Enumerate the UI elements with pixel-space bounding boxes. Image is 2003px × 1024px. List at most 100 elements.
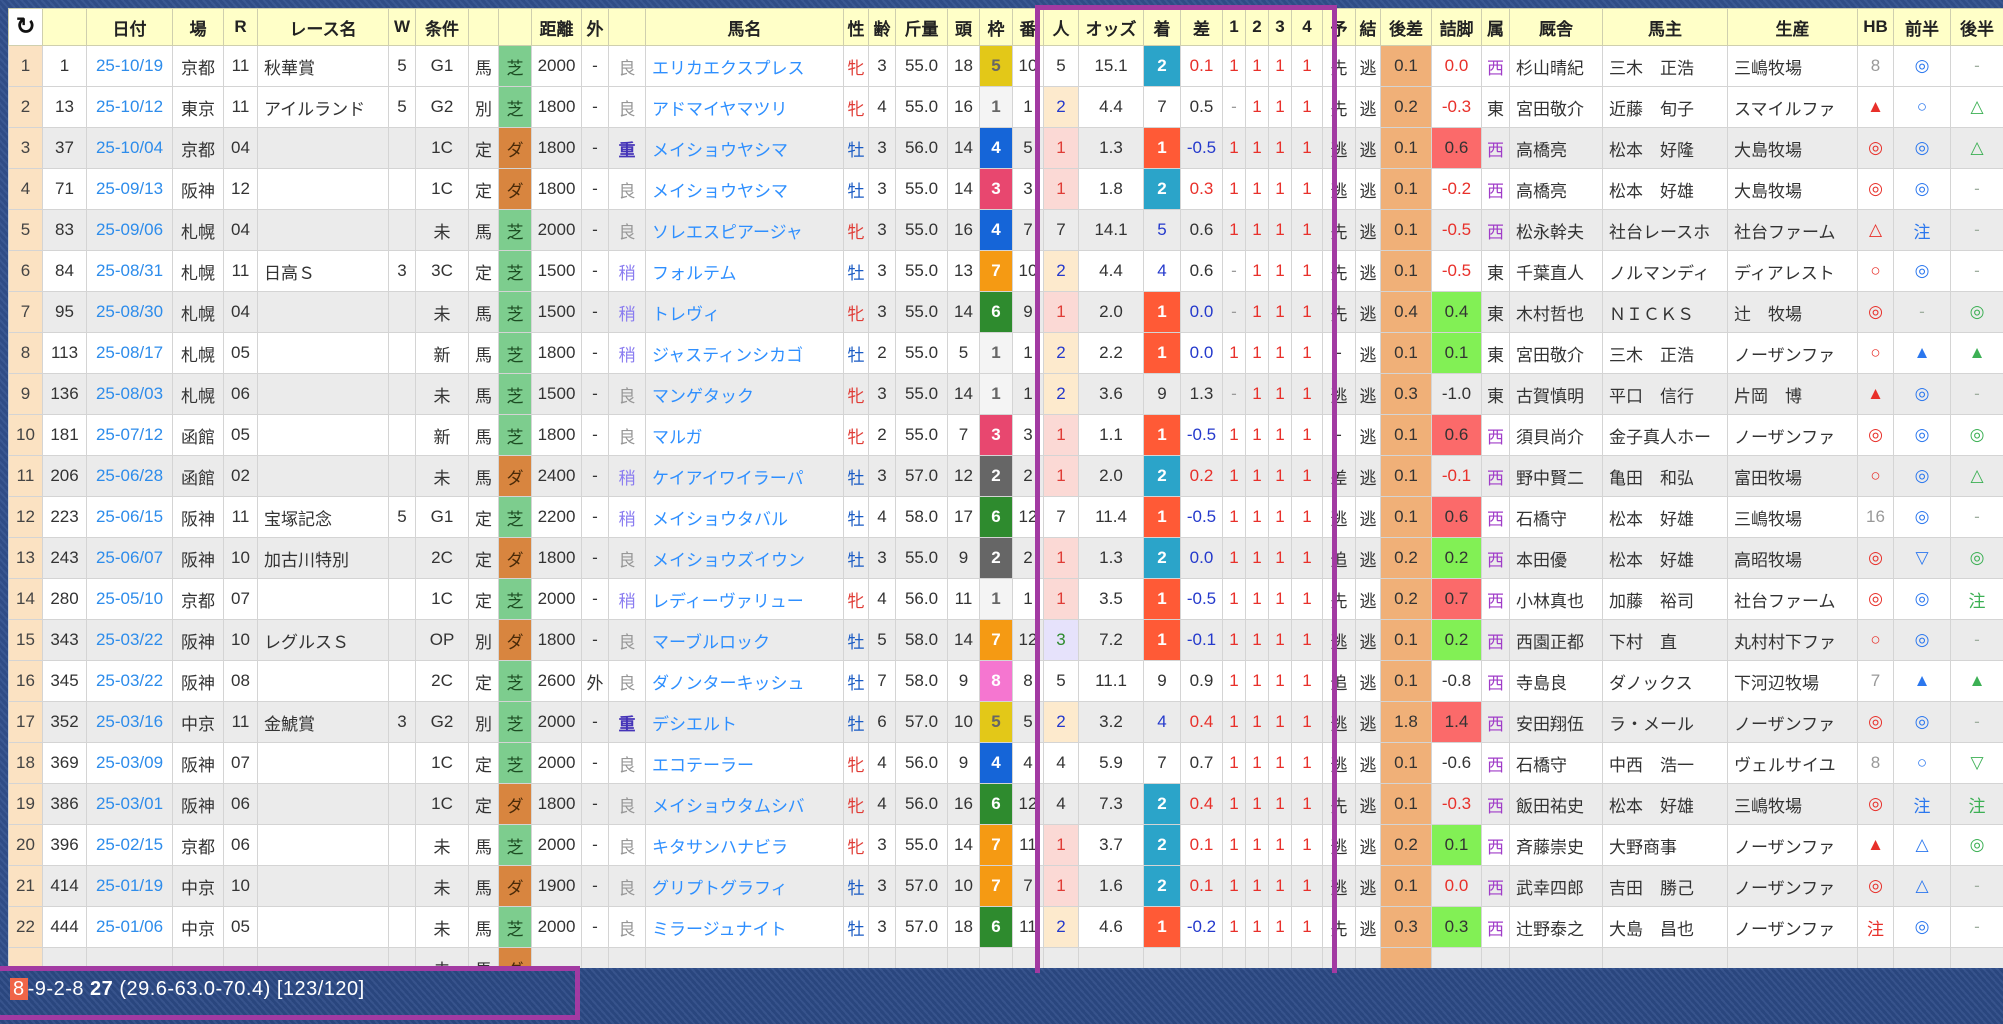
cell-date[interactable]: 25-01/06 bbox=[86, 906, 173, 948]
cell-going: 重 bbox=[608, 127, 646, 169]
cell-date[interactable]: 25-08/17 bbox=[86, 332, 173, 374]
cell-zoku: 西 bbox=[1481, 578, 1510, 620]
cell-c1: 1 bbox=[1222, 578, 1246, 620]
cell-horse[interactable]: ダノンターキッシュ bbox=[645, 660, 844, 702]
cell-horse[interactable]: キタサンハナビラ bbox=[645, 824, 844, 866]
cell-date[interactable]: 25-08/03 bbox=[86, 373, 173, 415]
table-row[interactable]: 19 386 25-03/01 阪神 06 1C 定ダ 1800- 良メイショウタムシバ牝 4 56… bbox=[8, 783, 2003, 825]
table-row[interactable]: 17 352 25-03/16 中京 11 金鯱賞 3 G2 別芝 2000- 重デシエルト牡 6 57… bbox=[8, 701, 2003, 743]
table-row[interactable]: 6 84 25-08/31 札幌 11 日高Ｓ 3 3C 定芝 1500- 稍フォルテム牡 3 55.0… bbox=[8, 250, 2003, 292]
cell-horse[interactable]: ミラージュナイト bbox=[645, 906, 844, 948]
cell-date[interactable]: 25-10/04 bbox=[86, 127, 173, 169]
cell-zoku: 西 bbox=[1481, 701, 1510, 743]
cell-horse[interactable]: フォルテム bbox=[645, 250, 844, 292]
cell-horse[interactable]: レディーヴァリュー bbox=[645, 578, 844, 620]
cell-date[interactable]: 25-10/19 bbox=[86, 45, 173, 87]
table-row[interactable]: 10 181 25-07/12 函館 05 新馬芝 1800- 良マルガ牝 2 55.0 7 3 3 1 1… bbox=[8, 414, 2003, 456]
table-row[interactable]: 20 396 25-02/15 京都 06 未馬芝 2000- 良キタサンハナビラ牝 3 55.0… bbox=[8, 824, 2003, 866]
cell-date[interactable]: 25-03/22 bbox=[86, 619, 173, 661]
table-row[interactable]: 21 414 25-01/19 中京 10 未馬ダ 1900- 良グリプトグラフィ牡 3 57.0… bbox=[8, 865, 2003, 907]
cell-out: - bbox=[581, 701, 609, 743]
cell-horse[interactable]: ジャスティンシカゴ bbox=[645, 332, 844, 374]
cell-date[interactable]: 25-03/16 bbox=[86, 701, 173, 743]
cell-horse[interactable]: トレヴィ bbox=[645, 291, 844, 333]
table-row[interactable]: 18 369 25-03/09 阪神 07 1C 定芝 2000- 良エコテーラー牝 4 56.0 9… bbox=[8, 742, 2003, 784]
cell-horse[interactable]: ケイアイワイラーパ bbox=[645, 455, 844, 497]
table-row[interactable]: 16 345 25-03/22 阪神 08 2C 定芝 2600 外良ダノンターキッシュ牡 7 58… bbox=[8, 660, 2003, 702]
cell-yo: 逃 bbox=[1322, 701, 1356, 743]
cell-out: - bbox=[581, 414, 609, 456]
table-row[interactable]: 22 444 25-01/06 中京 05 未馬芝 2000- 良ミラージュナイト牡 3 57.0… bbox=[8, 906, 2003, 948]
cell-date[interactable]: 25-01/19 bbox=[86, 865, 173, 907]
refresh-button[interactable]: ↻ bbox=[8, 8, 43, 46]
table-row[interactable]: 8 113 25-08/17 札幌 05 新馬芝 1800- 稍ジャスティンシカゴ牡 2 55.0… bbox=[8, 332, 2003, 374]
cell-horse[interactable]: マンゲタック bbox=[645, 373, 844, 415]
cell-horse[interactable]: アドマイヤマツリ bbox=[645, 86, 844, 128]
cell-horse[interactable]: マーブルロック bbox=[645, 619, 844, 661]
cell-horse[interactable]: メイショウタムシバ bbox=[645, 783, 844, 825]
cell-horse[interactable]: エリカエクスプレス bbox=[645, 45, 844, 87]
cell-sex: 牝 bbox=[843, 291, 869, 333]
table-row[interactable]: 7 95 25-08/30 札幌 04 未馬芝 1500- 稍トレヴィ牝 3 55.0 14 6 9 1 2… bbox=[8, 291, 2003, 333]
cell-hb: ○ bbox=[1857, 332, 1894, 374]
cell-out: - bbox=[581, 332, 609, 374]
cell-horse[interactable]: マルガ bbox=[645, 414, 844, 456]
cell-date[interactable]: 25-06/07 bbox=[86, 537, 173, 579]
table-row[interactable]: 13 243 25-06/07 阪神 10 加古川特別 2C 定ダ 1800- 良メイショウズイウ… bbox=[8, 537, 2003, 579]
cell-date[interactable]: 25-06/15 bbox=[86, 496, 173, 538]
cell-waku: 4 bbox=[979, 742, 1013, 784]
table-row[interactable]: 1 1 25-10/19 京都 11 秋華賞 5 G1 馬芝 2000- 良エリカエクスプレス牝 3 5… bbox=[8, 45, 2003, 87]
cell-horse[interactable]: グリプトグラフィ bbox=[645, 865, 844, 907]
cell-horse[interactable]: メイショウヤシマ bbox=[645, 127, 844, 169]
cell-c4: 1 bbox=[1291, 455, 1323, 497]
cell-num bbox=[1012, 947, 1044, 968]
refresh-icon[interactable]: ↻ bbox=[15, 13, 35, 40]
column-header-out: 外 bbox=[581, 8, 609, 46]
race-history-table-wrap: ↻ 日付場 R レース名 W 条件 距離外馬名性齢斤量頭枠番人オッズ着差 1 2 3 4 予結後差 詰脚… bbox=[8, 8, 2003, 968]
table-row[interactable]: 9 136 25-08/03 札幌 06 未馬芝 1500- 良マンゲタック牝 3 55.0 14 1… bbox=[8, 373, 2003, 415]
cell-c2: 1 bbox=[1245, 373, 1269, 415]
table-row[interactable]: 5 83 25-09/06 札幌 04 未馬芝 2000- 良ソレエスピアージャ牝 3 55.0 1… bbox=[8, 209, 2003, 251]
cell-horse[interactable]: ソレエスピアージャ bbox=[645, 209, 844, 251]
column-header-kou: 後半 bbox=[1950, 8, 2003, 46]
cell-date[interactable]: 25-06/28 bbox=[86, 455, 173, 497]
cell-date[interactable]: 25-08/31 bbox=[86, 250, 173, 292]
cell-date[interactable]: 25-03/09 bbox=[86, 742, 173, 784]
cell-tsume: -0.3 bbox=[1431, 86, 1482, 128]
table-row[interactable]: 12 223 25-06/15 阪神 11 宝塚記念 5 G1 定芝 2200- 稍メイショウタバル… bbox=[8, 496, 2003, 538]
cell-horse[interactable]: エコテーラー bbox=[645, 742, 844, 784]
cell-dist: 2000 bbox=[531, 824, 582, 866]
cell-date[interactable]: 25-08/30 bbox=[86, 291, 173, 333]
cell-date[interactable]: 25-03/01 bbox=[86, 783, 173, 825]
table-row[interactable]: 11 206 25-06/28 函館 02 未馬ダ 2400- 稍ケイアイワイラーパ牡 3 57.… bbox=[8, 455, 2003, 497]
cell-horse[interactable]: メイショウヤシマ bbox=[645, 168, 844, 210]
cell-horse[interactable]: メイショウズイウン bbox=[645, 537, 844, 579]
cell-date[interactable]: 25-09/13 bbox=[86, 168, 173, 210]
cell-venue: 阪神 bbox=[172, 619, 224, 661]
cell-date[interactable]: 25-03/22 bbox=[86, 660, 173, 702]
cell-horse[interactable]: メイショウタバル bbox=[645, 496, 844, 538]
cell-cond: 別 bbox=[468, 86, 499, 128]
cell-tsume: 0.6 bbox=[1431, 127, 1482, 169]
cell-horse[interactable]: デシエルト bbox=[645, 701, 844, 743]
cell-date[interactable]: 25-05/10 bbox=[86, 578, 173, 620]
cell-date[interactable]: 25-10/12 bbox=[86, 86, 173, 128]
cell-c3: 1 bbox=[1268, 168, 1292, 210]
cell-race bbox=[257, 414, 389, 456]
cell-kosa: 0.1 bbox=[1380, 332, 1432, 374]
cell-trainer: 野中賢二 bbox=[1509, 455, 1603, 497]
table-row[interactable]: 14 280 25-05/10 京都 07 1C 定芝 2000- 稍レディーヴァリュー牝 4 56… bbox=[8, 578, 2003, 620]
column-header-fin: 着 bbox=[1143, 8, 1181, 46]
table-row[interactable]: 2 13 25-10/12 東京 11 アイルランド 5 G2 別芝 1800- 良アドマイヤマツリ… bbox=[8, 86, 2003, 128]
cell-age: 4 bbox=[868, 86, 896, 128]
cell-date[interactable]: 25-07/12 bbox=[86, 414, 173, 456]
cell-date[interactable]: 25-09/06 bbox=[86, 209, 173, 251]
cell-hb: ◎ bbox=[1857, 578, 1894, 620]
cell-yo: - bbox=[1322, 414, 1356, 456]
table-row[interactable]: 4 71 25-09/13 阪神 12 1C 定ダ 1800- 良メイショウヤシマ牡 3 55.0 1… bbox=[8, 168, 2003, 210]
cell-odds: 4.6 bbox=[1078, 906, 1144, 948]
cell-pop: 5 bbox=[1043, 660, 1079, 702]
table-row[interactable]: 3 37 25-10/04 京都 04 1C 定ダ 1800- 重メイショウヤシマ牡 3 56.0 1… bbox=[8, 127, 2003, 169]
cell-date[interactable]: 25-02/15 bbox=[86, 824, 173, 866]
table-row[interactable]: 15 343 25-03/22 阪神 10 レグルスＳ OP 別ダ 1800- 良マーブルロック牡… bbox=[8, 619, 2003, 661]
